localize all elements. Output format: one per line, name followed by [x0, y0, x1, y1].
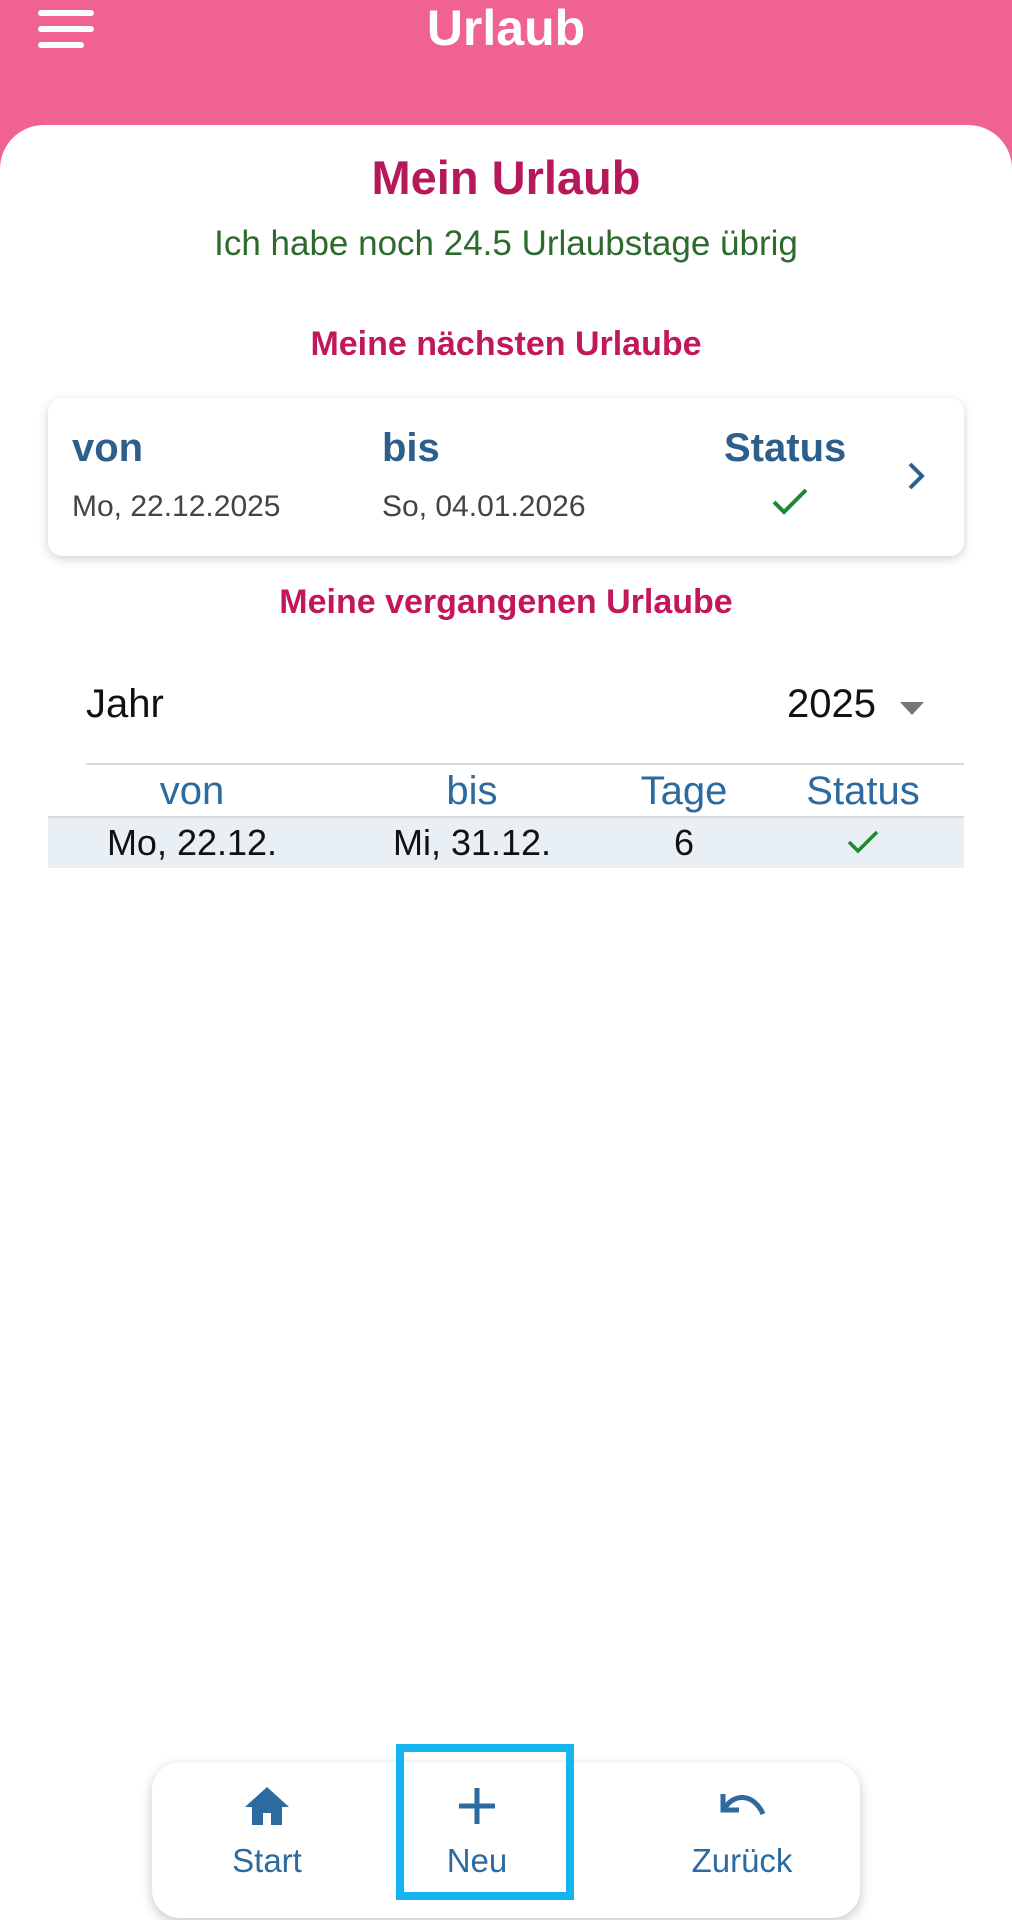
remaining-days-text: Ich habe noch 24.5 Urlaubstage übrig: [214, 224, 798, 263]
next-vacation-card[interactable]: von bis Status Mo, 22.12.2025 So, 04.01.…: [48, 398, 964, 556]
bottom-navigation: Start Neu Zurück: [152, 1762, 860, 1918]
check-icon: [847, 830, 879, 854]
nav-back-label: Zurück: [691, 1842, 793, 1879]
row-from: Mo, 22.12.: [106, 822, 278, 863]
dropdown-arrow-icon: [900, 702, 924, 715]
undo-icon: [720, 1794, 766, 1816]
next-from-value: Mo, 22.12.2025: [72, 490, 281, 523]
nav-back-button[interactable]: Zurück: [642, 1762, 842, 1918]
next-status-label: Status: [724, 426, 847, 470]
year-label: Jahr: [86, 682, 164, 726]
col-header-from: von: [159, 769, 225, 813]
nav-start-label: Start: [232, 1842, 302, 1879]
next-to-value: So, 04.01.2026: [382, 490, 586, 523]
nav-start-button[interactable]: Start: [202, 1762, 332, 1918]
col-header-to: bis: [446, 769, 498, 813]
row-days: 6: [673, 822, 695, 863]
plus-icon: [459, 1788, 495, 1824]
app-bar-title: Urlaub: [426, 0, 586, 56]
chevron-right-icon[interactable]: [904, 458, 928, 494]
past-vacations-heading: Meine vergangenen Urlaube: [279, 583, 733, 621]
year-value: 2025: [787, 682, 876, 726]
page-title: Mein Urlaub: [371, 151, 641, 204]
next-to-label: bis: [382, 426, 440, 470]
nav-new-label: Neu: [446, 1842, 508, 1879]
home-icon: [245, 1787, 289, 1825]
app-bar: Urlaub: [0, 0, 1012, 140]
col-header-days: Tage: [640, 769, 728, 813]
nav-new-button[interactable]: Neu: [402, 1762, 552, 1918]
check-icon: [772, 488, 808, 515]
next-from-label: von: [72, 426, 144, 470]
content-sheet: [0, 125, 1012, 1920]
year-dropdown[interactable]: 2025: [770, 678, 970, 734]
divider: [86, 763, 964, 765]
col-header-status: Status: [806, 769, 920, 813]
next-vacations-heading: Meine nächsten Urlaube: [310, 325, 702, 363]
row-to: Mi, 31.12.: [392, 822, 552, 863]
